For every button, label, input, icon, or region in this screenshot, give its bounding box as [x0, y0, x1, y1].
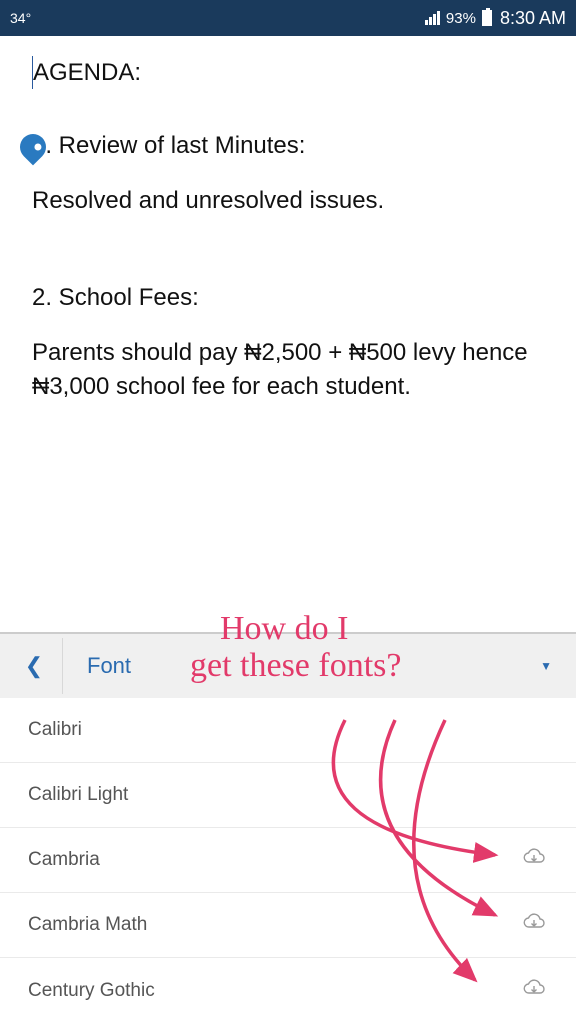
cloud-download-icon[interactable] [522, 912, 546, 938]
text-cursor: AGENDA: [32, 56, 544, 89]
agenda-item-heading: 2. School Fees: [32, 281, 544, 314]
font-item-calibri[interactable]: Calibri [0, 698, 576, 763]
agenda-item-heading: 1. Review of last Minutes: [32, 129, 544, 162]
document-editor[interactable]: AGENDA: 1. Review of last Minutes: Resol… [0, 36, 576, 631]
battery-icon [482, 10, 492, 26]
font-name: Cambria [28, 849, 100, 871]
document-title: AGENDA: [33, 59, 141, 86]
agenda-item-body: Resolved and unresolved issues. [32, 184, 544, 217]
font-name: Calibri [28, 719, 82, 741]
font-name: Century Gothic [28, 980, 155, 1002]
agenda-item-body: Parents should pay ₦2,500 + ₦500 levy he… [32, 336, 544, 402]
font-name: Calibri Light [28, 784, 128, 806]
battery-percent: 93% [446, 10, 476, 27]
font-item-century-gothic[interactable]: Century Gothic [0, 958, 576, 1023]
clock: 8:30 AM [500, 8, 566, 29]
cloud-download-icon[interactable] [522, 847, 546, 873]
signal-icon [425, 11, 440, 25]
font-list: Calibri Calibri Light Cambria Cambria Ma… [0, 698, 576, 1023]
font-item-cambria-math[interactable]: Cambria Math [0, 893, 576, 958]
font-item-cambria[interactable]: Cambria [0, 828, 576, 893]
font-panel: ❮ Font ▼ Calibri Calibri Light Cambria C… [0, 632, 576, 1023]
panel-title: Font [62, 638, 131, 694]
temperature: 34° [10, 10, 31, 26]
back-button[interactable]: ❮ [6, 653, 62, 679]
dropdown-caret-icon[interactable]: ▼ [540, 659, 552, 673]
status-bar: 34° 93% 8:30 AM [0, 0, 576, 36]
font-name: Cambria Math [28, 914, 147, 936]
panel-header: ❮ Font ▼ [0, 632, 576, 698]
font-item-calibri-light[interactable]: Calibri Light [0, 763, 576, 828]
cloud-download-icon[interactable] [522, 978, 546, 1004]
